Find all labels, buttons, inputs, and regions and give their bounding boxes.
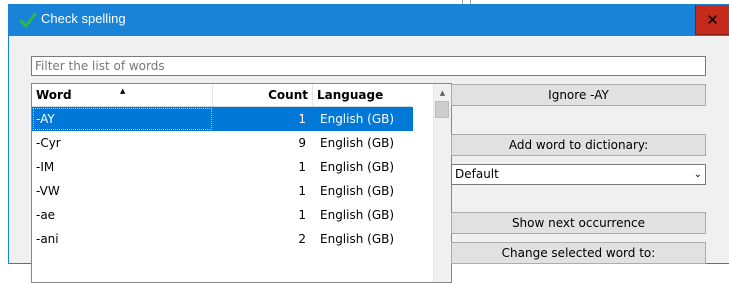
column-header-count[interactable]: Count	[213, 84, 313, 106]
show-next-occurrence-button[interactable]: Show next occurrence	[451, 212, 706, 234]
dialog-content: Word ▲ Count Language -AY 1 English (GB)…	[9, 36, 729, 283]
language-cell: English (GB)	[320, 112, 395, 126]
scroll-up-icon[interactable]: ▲	[434, 84, 451, 101]
table-header: Word ▲ Count Language	[32, 84, 412, 107]
filter-words-input[interactable]	[31, 56, 706, 76]
chevron-down-icon: ⌄	[693, 169, 702, 180]
close-button[interactable]: ✕	[695, 5, 729, 35]
column-header-language[interactable]: Language	[313, 84, 413, 106]
language-cell: English (GB)	[320, 232, 395, 246]
word-cell: -Cyr	[36, 136, 61, 150]
check-spelling-dialog: Check spelling ✕ Word ▲ Count Language -…	[8, 4, 729, 283]
checkmark-icon	[19, 12, 37, 28]
count-cell: 1	[298, 208, 306, 222]
table-row[interactable]: -Cyr 9 English (GB)	[32, 131, 413, 155]
add-to-dictionary-button[interactable]: Add word to dictionary:	[451, 134, 706, 156]
word-cell: -ae	[36, 208, 56, 222]
language-cell: English (GB)	[320, 184, 395, 198]
language-cell: English (GB)	[320, 160, 395, 174]
table-row[interactable]: -AY 1 English (GB)	[32, 107, 413, 131]
vertical-scrollbar[interactable]: ▲	[433, 84, 451, 282]
table-row[interactable]: -ae 1 English (GB)	[32, 203, 413, 227]
column-header-word[interactable]: Word ▲	[32, 84, 213, 106]
dictionary-select[interactable]: Default ⌄	[451, 164, 706, 185]
count-cell: 9	[298, 136, 306, 150]
count-cell: 1	[298, 184, 306, 198]
language-cell: English (GB)	[320, 136, 395, 150]
language-cell: English (GB)	[320, 208, 395, 222]
table-row[interactable]: -ani 2 English (GB)	[32, 227, 413, 251]
table-rows: -AY 1 English (GB) -Cyr 9 English (GB) -…	[32, 107, 413, 251]
count-cell: 2	[298, 232, 306, 246]
table-row[interactable]: -VW 1 English (GB)	[32, 179, 413, 203]
count-cell: 1	[298, 160, 306, 174]
ignore-word-button[interactable]: Ignore -AY	[451, 84, 706, 106]
change-selected-word-button[interactable]: Change selected word to:	[451, 242, 706, 264]
title-bar[interactable]: Check spelling ✕	[9, 5, 729, 36]
dictionary-select-value: Default	[455, 167, 499, 181]
word-cell: -ani	[36, 232, 59, 246]
word-cell: -VW	[36, 184, 60, 198]
table-row[interactable]: -IM 1 English (GB)	[32, 155, 413, 179]
word-list-table[interactable]: Word ▲ Count Language -AY 1 English (GB)…	[31, 83, 452, 283]
word-cell: -AY	[32, 107, 213, 131]
scroll-thumb[interactable]	[435, 101, 449, 118]
sort-ascending-icon: ▲	[120, 87, 126, 95]
word-cell: -IM	[36, 160, 55, 174]
close-icon: ✕	[706, 10, 719, 29]
count-cell: 1	[298, 112, 306, 126]
window-title: Check spelling	[41, 11, 126, 26]
